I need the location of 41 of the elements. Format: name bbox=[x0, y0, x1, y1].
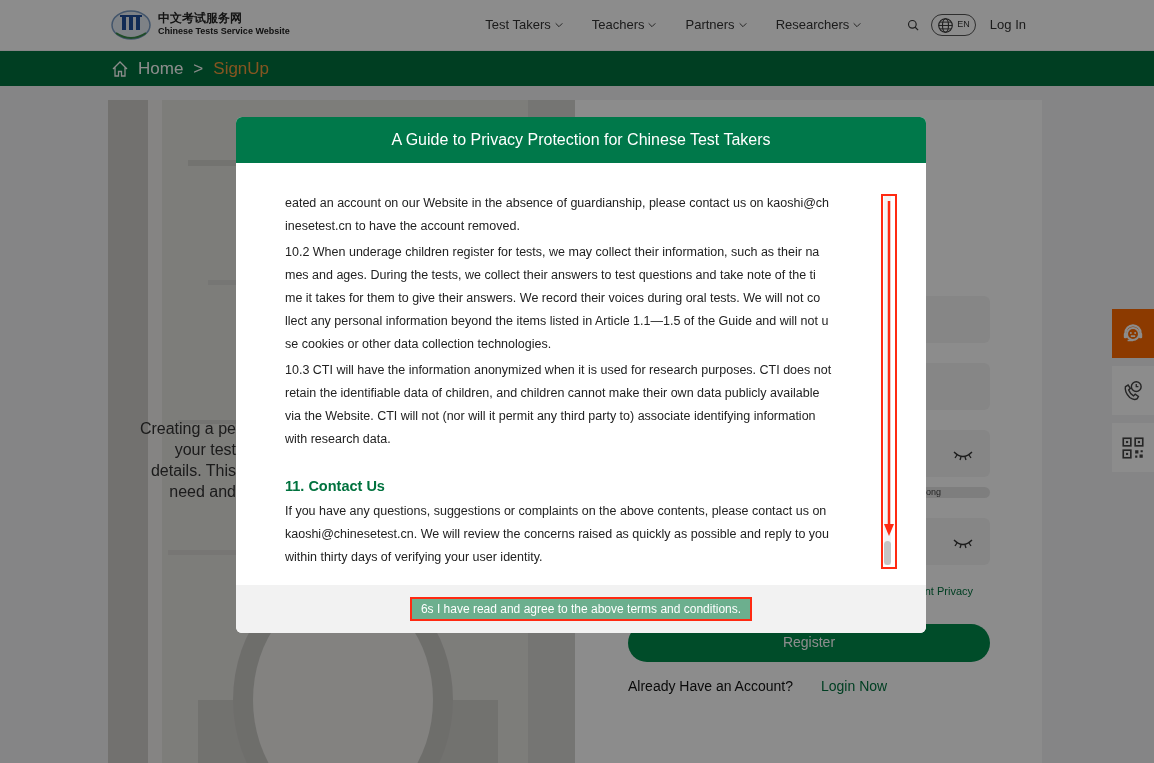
login-link[interactable]: Log In bbox=[989, 15, 1026, 35]
paragraph: If you have any questions, suggestions or complaints on the above contents, please contact us on kaoshi@chinesetest.cn. We will review the concerns raised as quickly as possible and reply to you within thirty days of verifying your user identity. bbox=[285, 503, 829, 566]
globe-icon bbox=[937, 16, 955, 34]
side-tool-button[interactable] bbox=[1112, 366, 1154, 415]
side-tool-button[interactable] bbox=[1112, 309, 1154, 358]
caret-icon bbox=[553, 20, 564, 30]
intro-text: need and bbox=[169, 482, 236, 502]
breadcrumb-separator: > bbox=[193, 57, 204, 80]
intro-text: your test bbox=[174, 440, 236, 460]
scrollbar-track[interactable] bbox=[884, 195, 891, 565]
paragraph: eated an account on our Website in the absence of guardianship, please contact us on kaoshi@ch inesetest.cn to have the account removed. bbox=[285, 195, 830, 235]
search-icon[interactable] bbox=[906, 18, 921, 32]
paragraph: 10.3 CTI will have the information anonymized when it is used for research purposes. CTI does not retain the identifiable data of children, and children cannot make their own data publicly available via the Website. CTI will not (nor will it permit any third party to) associate identifying information with research data. bbox=[285, 362, 832, 448]
caret-icon bbox=[852, 20, 863, 30]
input-field[interactable] bbox=[926, 363, 990, 410]
nav-menu[interactable]: Partners bbox=[685, 15, 748, 35]
caret-icon bbox=[647, 20, 658, 30]
intro-text: details. This bbox=[150, 461, 236, 481]
site-name: 中文考试服务网 bbox=[158, 12, 243, 25]
logo-icon bbox=[110, 9, 152, 41]
scrollbar-thumb[interactable] bbox=[884, 541, 891, 565]
strength-label: ong bbox=[926, 487, 942, 497]
input-field[interactable] bbox=[926, 296, 990, 343]
input-field[interactable] bbox=[926, 430, 990, 477]
side-tool-button[interactable] bbox=[1112, 423, 1154, 472]
site-subtitle: Chinese Tests Service Website bbox=[158, 25, 290, 38]
intro-text: Creating a pe bbox=[139, 419, 236, 439]
section-heading: 11. Contact Us bbox=[285, 477, 386, 496]
nav-menu[interactable]: Teachers bbox=[591, 15, 658, 35]
nav-menu[interactable]: Researchers bbox=[775, 15, 863, 35]
login-now-link[interactable]: Login Now bbox=[821, 675, 888, 697]
caret-icon bbox=[737, 20, 748, 30]
paragraph: 10.2 When underage children register for tests, we may collect their information, such as their na mes and ages. During the tests, we collect their answers to test questions and take note of the ti me it takes for them to give their answers. We record their voices during oral tests. We will not co llect any personal information beyond the items listed in Article 1.1—1.5 of the Guide and will not u se cookies or other data collection technologies. bbox=[285, 244, 829, 353]
privacy-link[interactable]: nt Privacy bbox=[924, 583, 973, 600]
login-prompt: Already Have an Account? bbox=[628, 676, 793, 696]
current-page: SignUp bbox=[213, 57, 270, 80]
input-field[interactable] bbox=[926, 518, 990, 565]
home-link[interactable]: Home bbox=[110, 55, 184, 82]
nav-menu[interactable]: Test Takers bbox=[485, 15, 564, 35]
qr-code-icon bbox=[1120, 434, 1146, 461]
dialog-title: A Guide to Privacy Protection for Chinese Test Takers bbox=[391, 130, 771, 150]
